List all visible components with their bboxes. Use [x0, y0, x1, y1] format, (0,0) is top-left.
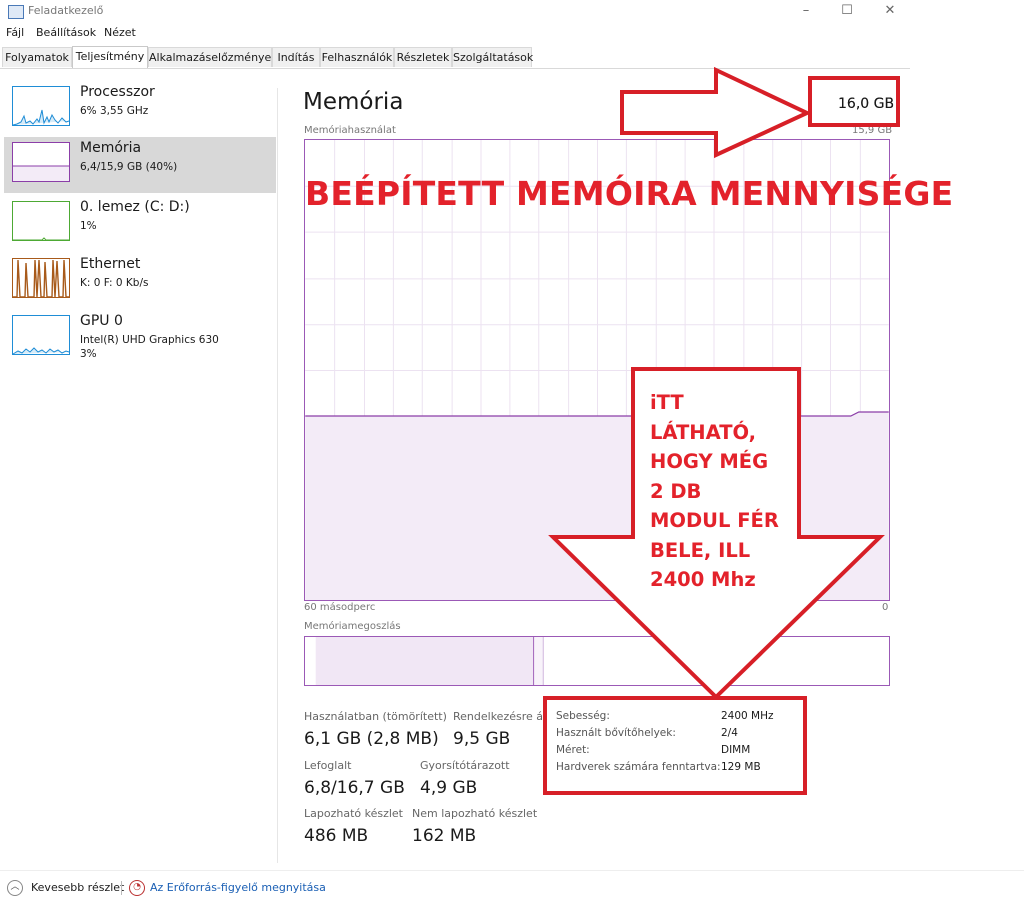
annotation-line: iTT [650, 391, 684, 414]
sidebar-item-cpu[interactable]: Processzor 6% 3,55 GHz [4, 81, 276, 137]
menu-view[interactable]: Nézet [104, 26, 136, 39]
tab-services[interactable]: Szolgáltatások [452, 47, 533, 67]
annotation-line: LÁTHATÓ, [650, 420, 757, 444]
tab-performance[interactable]: Teljesítmény [72, 46, 148, 68]
composition-label: Memóriamegoszlás [304, 621, 401, 632]
close-icon[interactable]: ✕ [880, 2, 900, 20]
fewer-details-button[interactable]: Kevesebb részlet [31, 881, 124, 894]
available-label: Rendelkezésre áll [453, 710, 545, 723]
tab-app-history[interactable]: Alkalmazáselőzmények [148, 47, 278, 67]
sidebar-item-gpu[interactable]: GPU 0 Intel(R) UHD Graphics 630 3% [4, 310, 276, 366]
sidebar-item-detail: K: 0 F: 0 Kb/s [80, 277, 149, 289]
sidebar-item-label: 0. lemez (C: D:) [80, 199, 190, 215]
sidebar-item-disk[interactable]: 0. lemez (C: D:) 1% [4, 196, 276, 252]
annotation-arrow-text: iTT LÁTHATÓ, HOGY MÉG 2 DB MODUL FÉR BEL… [650, 388, 800, 595]
sidebar-item-detail: Intel(R) UHD Graphics 630 [80, 334, 219, 346]
resource-monitor-icon: ◔ [129, 880, 145, 896]
task-manager-icon [8, 5, 24, 19]
maximize-icon[interactable]: ☐ [837, 2, 857, 20]
annotation-line: 2 DB [650, 479, 702, 503]
annotation-line: 2400 Mhz [650, 568, 756, 591]
tab-startup[interactable]: Indítás [272, 47, 320, 67]
page-title: Memória [303, 89, 404, 115]
menu-options[interactable]: Beállítások [36, 26, 96, 39]
chevron-up-icon[interactable]: ︿ [7, 880, 23, 896]
cached-label: Gyorsítótárazott [420, 759, 510, 772]
tab-users[interactable]: Felhasználók [320, 47, 394, 67]
in-use-value: 6,1 GB (2,8 MB) [304, 729, 439, 749]
tab-bar: Folyamatok Teljesítmény Alkalmazáselőzmé… [0, 46, 910, 69]
tab-details[interactable]: Részletek [394, 47, 452, 67]
graph-time-left: 60 másodperc [304, 602, 376, 613]
usage-graph-label: Memóriahasználat [304, 125, 396, 136]
menu-file[interactable]: Fájl [6, 26, 24, 39]
footer-separator [121, 881, 122, 895]
available-value: 9,5 GB [453, 729, 511, 749]
window-title: Feladatkezelő [28, 4, 104, 17]
sidebar-item-detail: 1% [80, 220, 97, 232]
footer-divider [0, 870, 1024, 871]
annotation-line: HOGY MÉG [650, 450, 769, 473]
memory-composition-bar [304, 636, 890, 686]
nonpaged-pool-label: Nem lapozható készlet [412, 807, 538, 820]
sidebar-item-ethernet[interactable]: Ethernet K: 0 F: 0 Kb/s [4, 253, 276, 309]
ethernet-thumbnail [12, 258, 70, 298]
composition-in-use [315, 637, 534, 685]
nonpaged-pool-value: 162 MB [412, 826, 477, 846]
title-bar: Feladatkezelő – ☐ ✕ [0, 0, 910, 24]
cached-value: 4,9 GB [420, 778, 478, 798]
info-highlight-box [543, 696, 807, 795]
sidebar-item-label: Processzor [80, 84, 155, 100]
usage-area [305, 412, 889, 600]
sidebar-item-label: GPU 0 [80, 313, 123, 329]
graph-time-right: 0 [882, 602, 889, 613]
sidebar-item-label: Ethernet [80, 256, 141, 272]
gpu-thumbnail [12, 315, 70, 355]
paged-pool-label: Lapozható készlet [304, 807, 403, 820]
memory-total-overlay: 16,0 GB [838, 96, 895, 112]
in-use-label: Használatban (tömörített) [304, 710, 447, 723]
cpu-thumbnail [12, 86, 70, 126]
sidebar-divider [277, 88, 278, 863]
open-resource-monitor-link[interactable]: Az Erőforrás-figyelő megnyitása [150, 881, 326, 894]
composition-modified [534, 637, 544, 685]
minimize-icon[interactable]: – [796, 2, 816, 20]
annotation-heading: BEÉPÍTETT MEMÓIRA MENNYISÉGE [305, 174, 954, 213]
sidebar-item-detail: 6,4/15,9 GB (40%) [80, 161, 178, 173]
annotation-line: MODUL FÉR [650, 509, 779, 532]
annotation-line: BELE, ILL [650, 538, 751, 562]
sidebar-item-detail-2: 3% [80, 348, 97, 360]
tab-processes[interactable]: Folyamatok [2, 47, 72, 67]
committed-value: 6,8/16,7 GB [304, 778, 405, 798]
memory-thumbnail [12, 142, 70, 182]
sidebar-item-label: Memória [80, 140, 142, 156]
sidebar-item-detail: 6% 3,55 GHz [80, 105, 149, 117]
sidebar-item-memory[interactable]: Memória 6,4/15,9 GB (40%) [4, 137, 276, 193]
disk-thumbnail [12, 201, 70, 241]
paged-pool-value: 486 MB [304, 826, 369, 846]
committed-label: Lefoglalt [304, 759, 352, 772]
